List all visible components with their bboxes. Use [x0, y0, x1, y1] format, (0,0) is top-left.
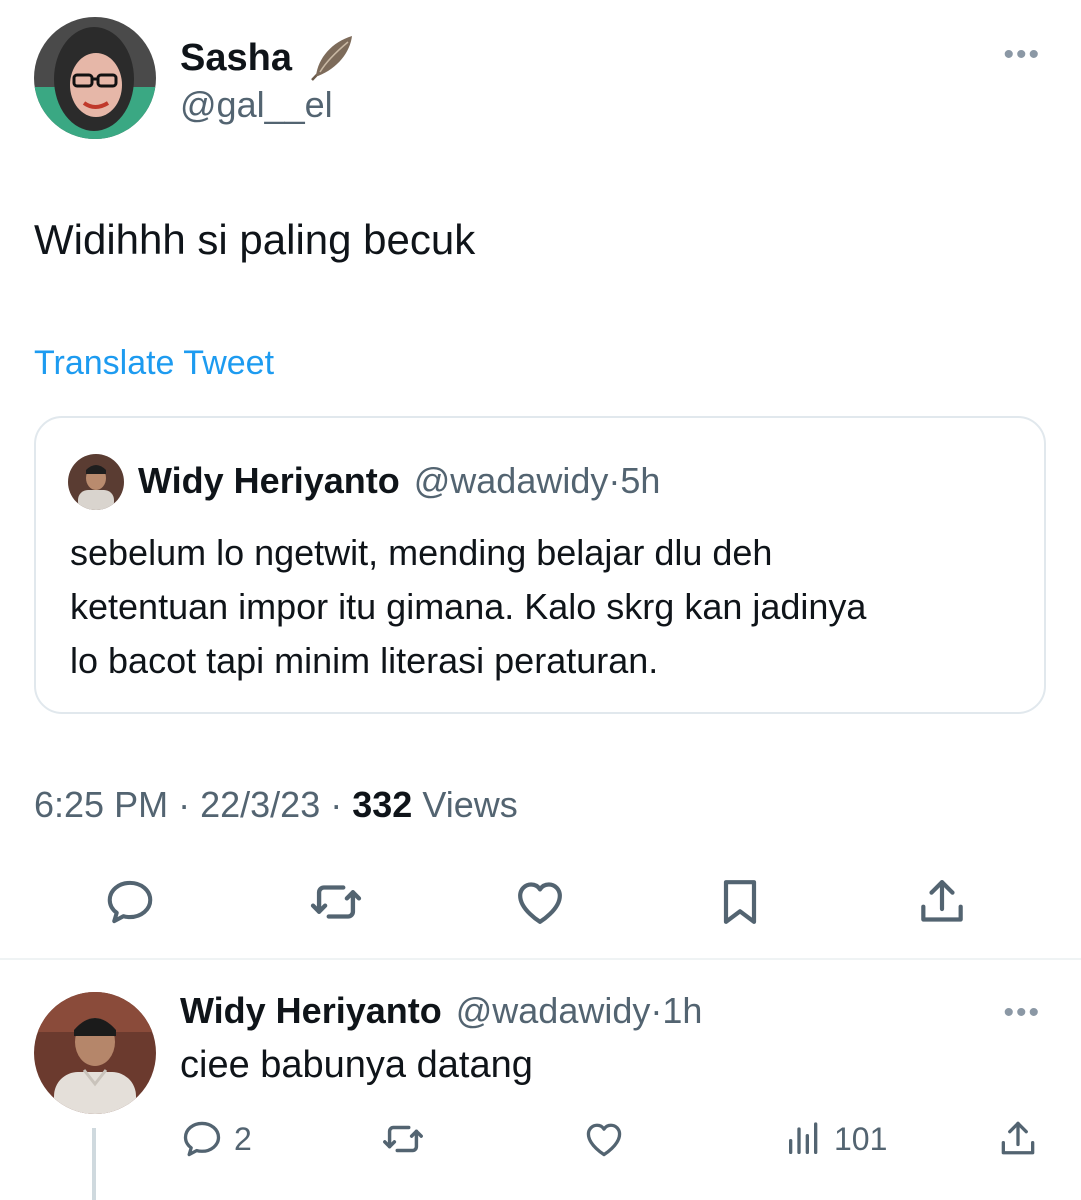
separator-dot: · [608, 460, 621, 501]
reply-icon [183, 1121, 221, 1157]
reply-count: 2 [234, 1120, 252, 1157]
translate-tweet-link[interactable]: Translate Tweet [34, 344, 274, 383]
reply-views-button[interactable]: 101 [784, 1116, 887, 1162]
reply-retweet-button[interactable] [380, 1116, 426, 1162]
retweet-icon [310, 885, 362, 919]
quoted-text-line: lo bacot tapi minim literasi peraturan. [70, 640, 659, 681]
separator-dot: · [650, 990, 663, 1031]
quoted-author-avatar[interactable] [68, 454, 124, 510]
share-icon [921, 880, 963, 922]
reply-reply-button[interactable]: 2 [180, 1116, 252, 1162]
separator-dot: · [178, 784, 191, 825]
feather-icon [306, 32, 358, 84]
quoted-text-line: ketentuan impor itu gimana. Kalo skrg ka… [70, 586, 867, 627]
quoted-tweet-time[interactable]: 5h [620, 460, 660, 501]
author-handle[interactable]: @gal__el [180, 84, 333, 126]
views-icon [789, 1122, 818, 1154]
author-avatar[interactable] [34, 17, 156, 139]
reply-author-avatar[interactable] [34, 992, 156, 1114]
reply-button[interactable] [100, 872, 160, 932]
author-name-text[interactable]: Sasha [180, 37, 292, 80]
quoted-tweet-header: Widy Heriyanto @wadawidy·5h [138, 460, 660, 502]
like-icon [518, 882, 562, 924]
reply-like-button[interactable] [582, 1116, 626, 1162]
reply-text: ciee babunya datang [180, 1044, 533, 1086]
reply-more-options-icon[interactable]: ••• [1003, 996, 1041, 1030]
reply-header: Widy Heriyanto @wadawidy·1h [180, 990, 702, 1032]
tweet-meta: 6:25 PM · 22/3/23 · 332 Views [34, 784, 518, 826]
bookmark-icon [723, 880, 757, 924]
more-options-icon[interactable]: ••• [1003, 38, 1041, 72]
views-count[interactable]: 332 [352, 784, 412, 825]
reply-views-count: 101 [834, 1120, 888, 1157]
quoted-tweet-text: sebelum lo ngetwit, mending belajar dlu … [70, 526, 1030, 688]
share-icon [1001, 1121, 1035, 1155]
tweet-date[interactable]: 22/3/23 [200, 784, 320, 825]
reply-author-handle[interactable]: @wadawidy [456, 990, 651, 1031]
share-button[interactable] [912, 872, 972, 932]
quoted-author-name[interactable]: Widy Heriyanto [138, 460, 400, 501]
views-label[interactable]: Views [422, 784, 517, 825]
divider [0, 958, 1081, 960]
reply-time[interactable]: 1h [662, 990, 702, 1031]
thread-line [92, 1128, 96, 1200]
reply-share-button[interactable] [996, 1116, 1040, 1162]
author-name[interactable]: Sasha [180, 32, 358, 84]
retweet-button[interactable] [306, 872, 366, 932]
separator-dot: · [330, 784, 343, 825]
like-button[interactable] [510, 872, 570, 932]
reply-icon [107, 880, 153, 924]
reply-author-name[interactable]: Widy Heriyanto [180, 990, 442, 1031]
quoted-text-line: sebelum lo ngetwit, mending belajar dlu … [70, 532, 773, 573]
bookmark-button[interactable] [710, 872, 770, 932]
quoted-author-handle[interactable]: @wadawidy [414, 460, 609, 501]
tweet-time[interactable]: 6:25 PM [34, 784, 168, 825]
retweet-icon [383, 1125, 423, 1153]
tweet-text: Widihhh si paling becuk [34, 216, 476, 263]
like-icon [586, 1123, 622, 1157]
